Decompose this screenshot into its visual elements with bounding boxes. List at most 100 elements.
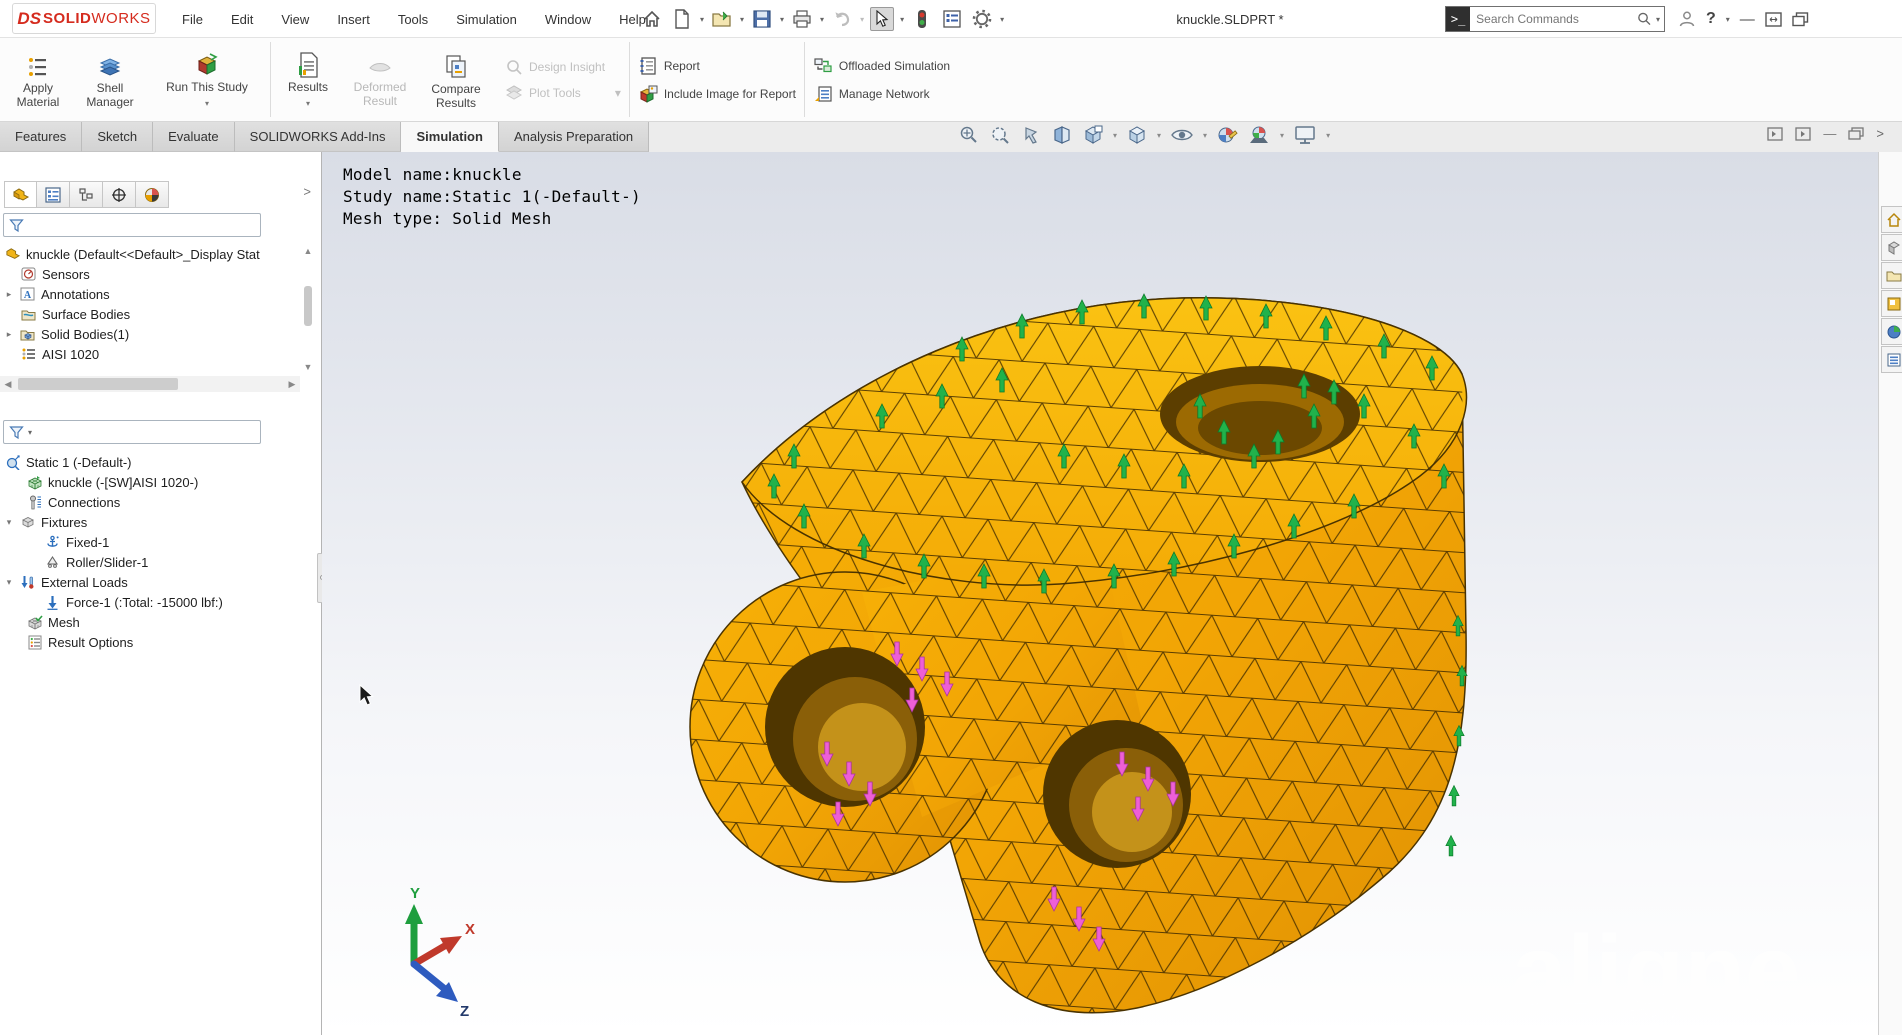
new-document-icon[interactable] — [670, 7, 694, 31]
hide-show-caret[interactable]: ▾ — [1203, 131, 1207, 140]
tab-displaymanager-icon[interactable] — [136, 181, 169, 208]
view-orientation-icon[interactable] — [1082, 124, 1104, 146]
tree-item-aisi-1020[interactable]: AISI 1020 — [4, 344, 296, 364]
view-settings-caret[interactable]: ▾ — [1326, 131, 1330, 140]
menu-simulation[interactable]: Simulation — [456, 12, 517, 27]
save-icon[interactable] — [750, 7, 774, 31]
menu-edit[interactable]: Edit — [231, 12, 253, 27]
compare-results-button[interactable]: Compare Results — [423, 50, 489, 110]
task-pane-view-palette-icon[interactable] — [1881, 290, 1902, 317]
expand-arrow-icon[interactable]: ▸ — [4, 289, 14, 300]
select-cursor-icon[interactable] — [870, 7, 894, 31]
menu-view[interactable]: View — [281, 12, 309, 27]
menu-window[interactable]: Window — [545, 12, 591, 27]
apply-scene-caret[interactable]: ▾ — [1280, 131, 1284, 140]
simulation-tree-filter[interactable]: ▾ — [3, 420, 261, 444]
home-icon[interactable] — [640, 7, 664, 31]
tree-item-surface-bodies[interactable]: Surface Bodies — [4, 304, 296, 324]
tree-item-connections[interactable]: Connections — [4, 492, 314, 512]
collapse-arrow-icon[interactable]: ▾ — [4, 517, 14, 528]
previous-view-icon[interactable] — [1020, 124, 1042, 146]
knuckle-3d-model[interactable]: Y X Z — [322, 152, 1878, 1035]
tab-analysis-preparation[interactable]: Analysis Preparation — [499, 122, 649, 152]
print-caret[interactable]: ▾ — [820, 15, 824, 24]
tree-item-sensors[interactable]: Sensors — [4, 264, 296, 284]
search-input[interactable] — [1470, 12, 1637, 26]
report-button[interactable]: Report — [638, 56, 796, 76]
collapse-pane-left-icon[interactable] — [1767, 127, 1783, 141]
run-this-study-button[interactable]: Run This Study ▾ — [152, 48, 262, 111]
tree-item-annotations[interactable]: ▸ A Annotations — [4, 284, 296, 304]
graphics-viewport[interactable]: Model name:knuckle Study name:Static 1(-… — [322, 152, 1878, 1035]
tab-sketch[interactable]: Sketch — [82, 122, 153, 152]
search-icon[interactable] — [1637, 11, 1652, 27]
tree-item-knuckle-root[interactable]: knuckle (Default<<Default>_Display Stat — [4, 244, 296, 264]
options-gear-icon[interactable] — [970, 7, 994, 31]
open-caret[interactable]: ▾ — [740, 15, 744, 24]
hide-show-items-icon[interactable] — [1170, 124, 1194, 146]
view-orientation-caret[interactable]: ▾ — [1113, 131, 1117, 140]
apply-scene-icon[interactable] — [1247, 124, 1271, 146]
feature-tree-horizontal-scrollbar[interactable]: ◀ ▶ — [0, 376, 300, 392]
options-caret[interactable]: ▾ — [1000, 15, 1004, 24]
shell-manager-button[interactable]: Shell Manager — [78, 51, 142, 109]
task-pane-custom-properties-icon[interactable] — [1881, 346, 1902, 373]
section-view-icon[interactable] — [1051, 124, 1073, 146]
expand-arrow-icon[interactable]: ▸ — [4, 329, 14, 340]
task-pane-appearances-icon[interactable] — [1881, 318, 1902, 345]
tab-configurationmanager-icon[interactable] — [70, 181, 103, 208]
scroll-right-icon[interactable]: ▶ — [284, 377, 300, 391]
tree-item-fixtures[interactable]: ▾ Fixtures — [4, 512, 314, 532]
results-button[interactable]: Results ▾ — [279, 48, 337, 111]
scroll-down-icon[interactable]: ▼ — [300, 360, 316, 374]
scroll-thumb[interactable] — [304, 286, 312, 326]
print-icon[interactable] — [790, 7, 814, 31]
tree-item-roller-slider-1[interactable]: Roller/Slider-1 — [4, 552, 314, 572]
restore-doc-icon[interactable] — [1848, 127, 1864, 141]
search-caret[interactable]: ▾ — [1656, 15, 1660, 24]
minimize-doc-icon[interactable]: — — [1823, 126, 1836, 141]
run-this-study-caret[interactable]: ▾ — [205, 97, 209, 111]
select-caret[interactable]: ▾ — [900, 15, 904, 24]
filter-caret[interactable]: ▾ — [28, 428, 32, 437]
scroll-up-icon[interactable]: ▲ — [300, 244, 316, 258]
tab-propertymanager-icon[interactable] — [37, 181, 70, 208]
new-caret[interactable]: ▾ — [700, 15, 704, 24]
apply-material-button[interactable]: Apply Material — [8, 51, 68, 109]
open-icon[interactable] — [710, 7, 734, 31]
tab-featuremanager-part-icon[interactable] — [4, 181, 37, 208]
tree-item-static-study[interactable]: Static 1 (-Default-) — [4, 452, 314, 472]
help-icon[interactable]: ? — [1706, 10, 1716, 28]
rebuild-traffic-light-icon[interactable] — [910, 7, 934, 31]
task-pane-home-icon[interactable] — [1881, 206, 1902, 233]
save-caret[interactable]: ▾ — [780, 15, 784, 24]
display-style-caret[interactable]: ▾ — [1157, 131, 1161, 140]
zoom-area-icon[interactable] — [989, 124, 1011, 146]
zoom-fit-icon[interactable] — [958, 124, 980, 146]
tree-item-mesh[interactable]: Mesh — [4, 612, 314, 632]
panel-flyout-arrow[interactable]: > — [303, 184, 311, 199]
user-account-icon[interactable] — [1678, 10, 1696, 28]
task-pane-file-explorer-icon[interactable] — [1881, 262, 1902, 289]
tree-item-solid-bodies[interactable]: ▸ Solid Bodies(1) — [4, 324, 296, 344]
tab-dimxpert-icon[interactable] — [103, 181, 136, 208]
properties-icon[interactable] — [940, 7, 964, 31]
feature-tree-vertical-scrollbar[interactable]: ▲ ▼ — [300, 244, 316, 374]
menu-insert[interactable]: Insert — [337, 12, 370, 27]
help-caret[interactable]: ▾ — [1726, 15, 1730, 24]
manage-network-button[interactable]: Manage Network — [813, 84, 950, 104]
task-pane-expand-icon[interactable]: > — [1876, 126, 1884, 141]
tab-evaluate[interactable]: Evaluate — [153, 122, 235, 152]
minimize-window-icon[interactable]: — — [1740, 11, 1755, 28]
tab-solidworks-add-ins[interactable]: SOLIDWORKS Add-Ins — [235, 122, 402, 152]
offloaded-simulation-button[interactable]: Offloaded Simulation — [813, 56, 950, 76]
include-image-button[interactable]: Include Image for Report — [638, 84, 796, 104]
collapse-arrow-icon[interactable]: ▾ — [4, 577, 14, 588]
menu-file[interactable]: File — [182, 12, 203, 27]
scroll-thumb[interactable] — [18, 378, 178, 390]
tab-simulation[interactable]: Simulation — [401, 122, 498, 152]
restore-window-icon[interactable] — [1765, 12, 1782, 27]
results-caret[interactable]: ▾ — [306, 97, 310, 111]
view-settings-icon[interactable] — [1293, 124, 1317, 146]
feature-tree-filter[interactable] — [3, 213, 261, 237]
